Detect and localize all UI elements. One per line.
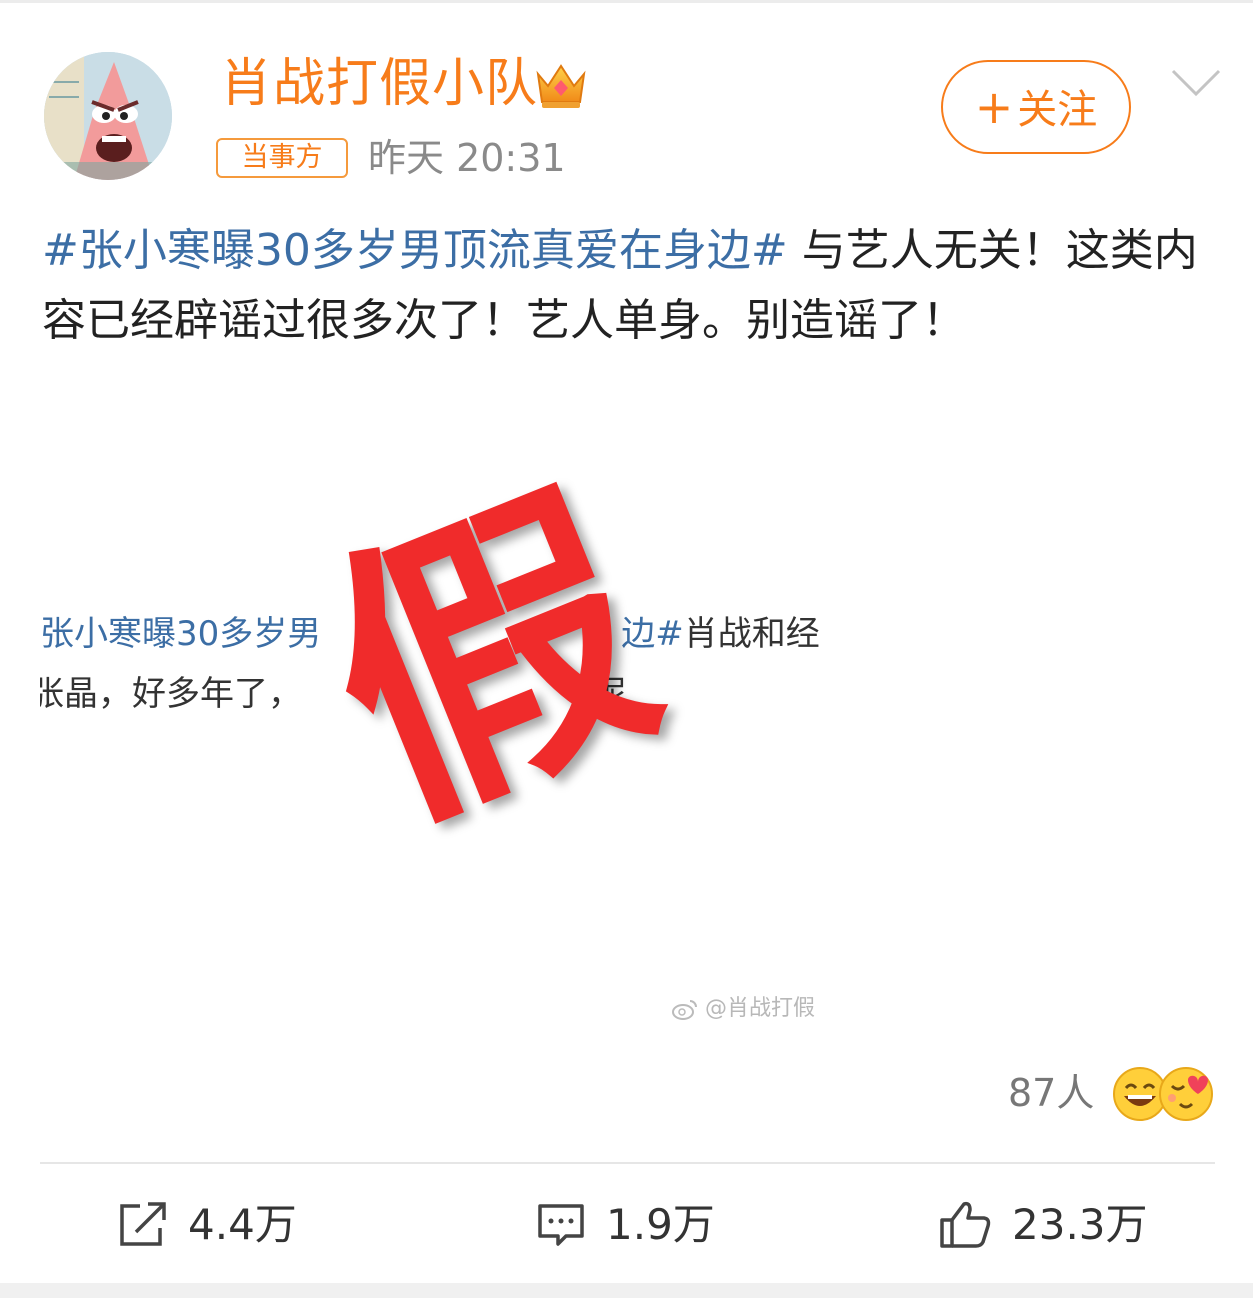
like-count: 23.3万 <box>1012 1200 1148 1249</box>
share-button[interactable]: 4.4万 <box>118 1190 297 1260</box>
weibo-logo-icon <box>672 1000 697 1020</box>
comment-count: 1.9万 <box>606 1200 715 1249</box>
follow-label: 关注 <box>1017 87 1098 133</box>
plus-icon: + <box>974 80 1014 134</box>
image-line2-text: 张晶，好多年了， <box>40 674 302 714</box>
post-image[interactable]: 张小寒曝30多岁男边#肖战和经纪 张晶，好多年了，呢 假 @肖战打假 <box>40 440 820 1040</box>
like-button[interactable]: 23.3万 <box>938 1190 1148 1260</box>
post-text: #张小寒曝30多岁男顶流真爱在身边# 与艺人无关！这类内容已经辟谣过很多次了！艺… <box>42 216 1212 356</box>
watermark-text: @肖战打假 <box>705 996 816 1021</box>
fake-stamp: 假 <box>285 441 695 878</box>
comment-icon <box>538 1204 584 1246</box>
chevron-down-icon[interactable] <box>1170 68 1222 98</box>
avatar-patrick-image <box>44 52 172 180</box>
vip-crown-icon <box>536 64 586 108</box>
image-line1-tail: 肖战和经纪 <box>683 614 820 654</box>
heart-face-emoji-icon <box>1159 1067 1213 1121</box>
bottom-separator <box>0 1283 1253 1298</box>
follow-button[interactable]: + 关注 <box>941 60 1131 154</box>
share-icon <box>120 1202 166 1246</box>
thumbs-up-icon <box>940 1201 991 1248</box>
post-timestamp: 昨天 20:31 <box>368 136 566 180</box>
avatar[interactable] <box>44 52 172 180</box>
post-hashtag-link[interactable]: #张小寒曝30多岁男顶流真爱在身边# <box>42 225 788 276</box>
role-badge: 当事方 <box>216 138 348 178</box>
top-border <box>0 0 1253 3</box>
share-count: 4.4万 <box>188 1200 297 1249</box>
image-watermark: @肖战打假 <box>672 990 815 1022</box>
username[interactable]: 肖战打假小队 <box>220 52 538 116</box>
reactions-count[interactable]: 87人 <box>1008 1066 1094 1120</box>
comment-button[interactable]: 1.9万 <box>536 1190 715 1260</box>
action-divider <box>40 1162 1215 1164</box>
